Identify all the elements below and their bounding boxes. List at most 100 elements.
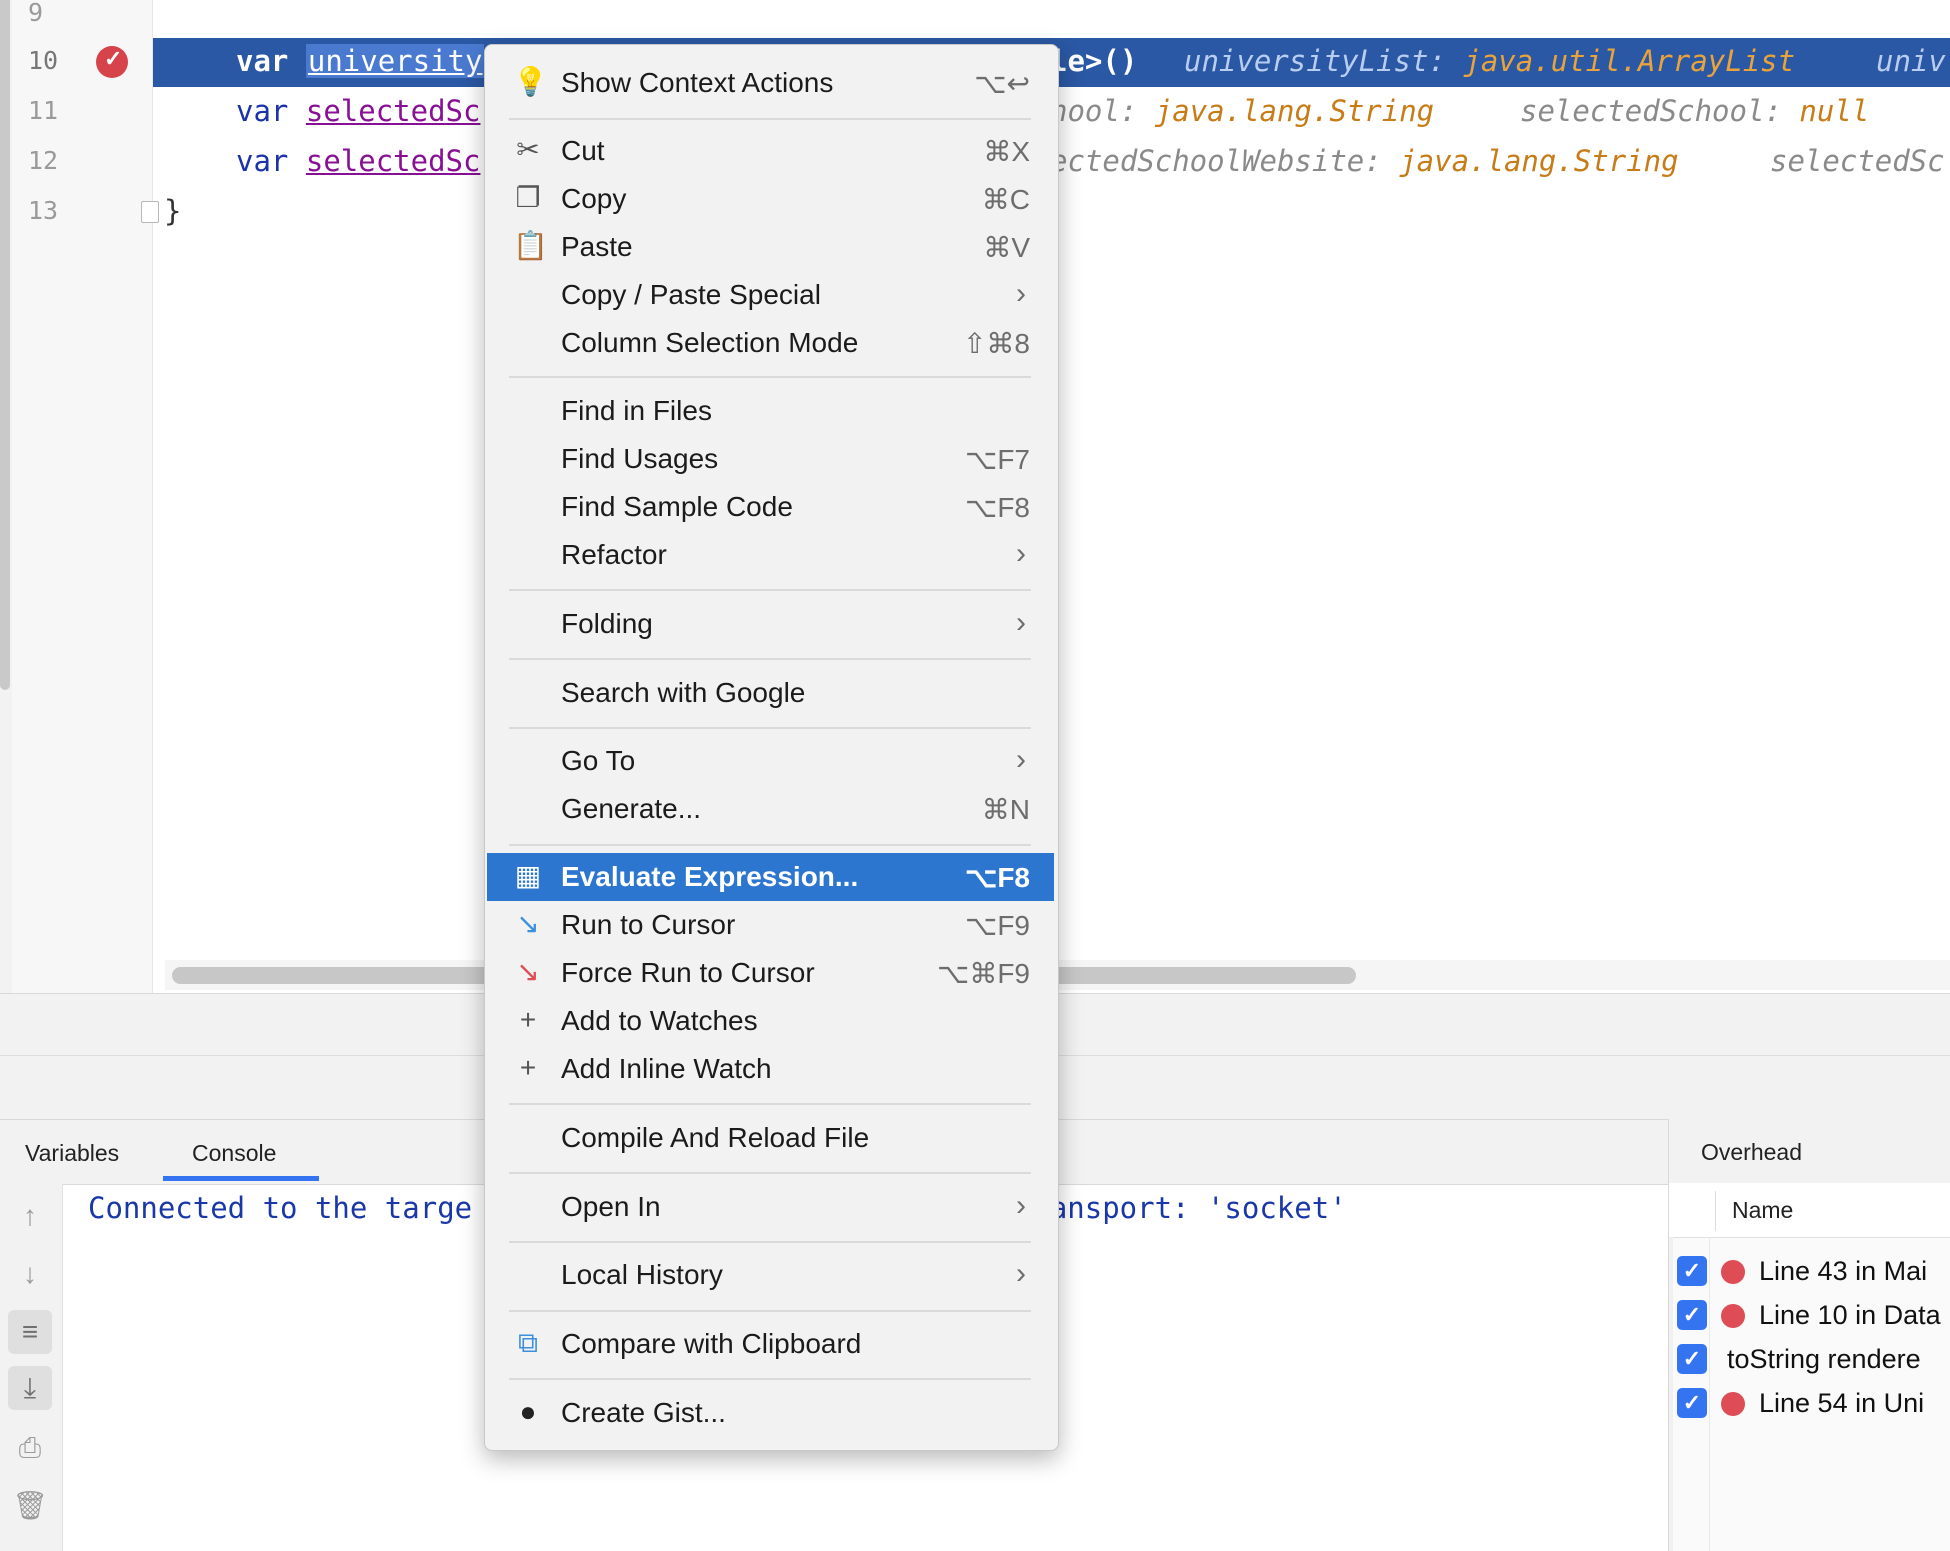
row-label: Line 10 in Data bbox=[1759, 1300, 1941, 1330]
menu-item-copy[interactable]: ❐ Copy ⌘C bbox=[487, 175, 1054, 223]
inline-value-hint: universityList: java.util.ArrayList bbox=[1184, 44, 1796, 78]
menu-separator bbox=[509, 589, 1031, 591]
trash-icon[interactable]: 🗑 bbox=[8, 1484, 52, 1528]
active-tab-indicator bbox=[163, 1176, 319, 1181]
shortcut: ⌘C bbox=[981, 184, 1030, 215]
menu-item-find-in-files[interactable]: Find in Files bbox=[487, 387, 1054, 435]
editor-gutter: 9 10 11 12 13 bbox=[12, 0, 153, 993]
menu-separator bbox=[509, 1103, 1031, 1105]
run-to-cursor-icon: ↘ bbox=[516, 908, 540, 939]
soft-wrap-icon[interactable]: ≡ bbox=[8, 1310, 52, 1354]
selected-identifier[interactable]: university bbox=[305, 44, 485, 78]
compare-clipboard-icon: ⧉ bbox=[518, 1327, 538, 1358]
menu-item-add-inline-watch[interactable]: + Add Inline Watch bbox=[487, 1045, 1054, 1093]
checkbox[interactable]: ✓ bbox=[1677, 1388, 1707, 1418]
menu-item-search-with-google[interactable]: Search with Google bbox=[487, 669, 1054, 717]
shortcut: ⌥F8 bbox=[965, 862, 1030, 893]
chevron-right-icon: › bbox=[1016, 1257, 1026, 1290]
closing-brace: } bbox=[164, 194, 182, 228]
checkbox[interactable]: ✓ bbox=[1677, 1256, 1707, 1286]
row-label: toString rendere bbox=[1727, 1344, 1921, 1374]
line-number: 10 bbox=[28, 46, 59, 75]
line-number: 13 bbox=[28, 196, 59, 225]
add-watch-icon: + bbox=[519, 1004, 537, 1035]
column-header-name[interactable]: Name bbox=[1732, 1197, 1793, 1224]
table-row[interactable]: ✓ Line 54 in Uni bbox=[1669, 1377, 1950, 1431]
menu-item-refactor[interactable]: Refactor › bbox=[487, 531, 1054, 579]
arrow-up-icon[interactable]: ↑ bbox=[8, 1194, 52, 1238]
code-fragment: le>() bbox=[1050, 44, 1138, 78]
menu-item-copy-paste-special[interactable]: Copy / Paste Special › bbox=[487, 271, 1054, 319]
menu-item-compile-and-reload-file[interactable]: Compile And Reload File bbox=[487, 1114, 1054, 1162]
menu-item-generate[interactable]: Generate... ⌘N bbox=[487, 785, 1054, 833]
menu-item-create-gist[interactable]: ● Create Gist... bbox=[487, 1389, 1054, 1437]
menu-separator bbox=[509, 118, 1031, 120]
chevron-right-icon: › bbox=[1016, 277, 1026, 310]
clipboard-icon: 📋 bbox=[513, 230, 548, 261]
scissors-icon: ✂ bbox=[516, 134, 540, 165]
menu-item-show-context-actions[interactable]: 💡 Show Context Actions ⌥↩ bbox=[487, 59, 1054, 107]
shortcut: ⌥F7 bbox=[965, 444, 1030, 475]
breakpoint-icon bbox=[1721, 1304, 1745, 1328]
line-number: 11 bbox=[28, 96, 59, 125]
menu-item-force-run-to-cursor[interactable]: ↘ Force Run to Cursor ⌥⌘F9 bbox=[487, 949, 1054, 997]
inline-value-hint: univ bbox=[1876, 44, 1946, 78]
code-line-12: var selectedSc bbox=[236, 144, 481, 178]
arrow-down-icon[interactable]: ↓ bbox=[8, 1252, 52, 1296]
shortcut: ⇧⌘8 bbox=[962, 328, 1030, 359]
menu-separator bbox=[509, 727, 1031, 729]
checkbox[interactable]: ✓ bbox=[1677, 1300, 1707, 1330]
force-run-to-cursor-icon: ↘ bbox=[516, 956, 540, 987]
checkbox[interactable]: ✓ bbox=[1677, 1344, 1707, 1374]
shortcut: ⌥↩ bbox=[974, 68, 1030, 99]
menu-item-compare-with-clipboard[interactable]: ⧉ Compare with Clipboard bbox=[487, 1320, 1054, 1368]
left-scroll-thumb[interactable] bbox=[0, 0, 10, 690]
fold-icon[interactable] bbox=[141, 201, 159, 223]
code-line-11: var selectedSc bbox=[236, 94, 481, 128]
line-number: 12 bbox=[28, 146, 59, 175]
github-icon: ● bbox=[519, 1396, 537, 1427]
line-number: 9 bbox=[28, 0, 44, 27]
console-output: Connected to the targe bbox=[88, 1191, 473, 1225]
menu-item-local-history[interactable]: Local History › bbox=[487, 1251, 1054, 1299]
menu-item-run-to-cursor[interactable]: ↘ Run to Cursor ⌥F9 bbox=[487, 901, 1054, 949]
menu-item-column-selection-mode[interactable]: Column Selection Mode ⇧⌘8 bbox=[487, 319, 1054, 367]
print-icon[interactable]: ⎙ bbox=[8, 1426, 52, 1470]
scroll-to-end-icon[interactable]: ⤓ bbox=[8, 1366, 52, 1410]
menu-separator bbox=[509, 658, 1031, 660]
menu-item-go-to[interactable]: Go To › bbox=[487, 737, 1054, 785]
shortcut: ⌥F8 bbox=[965, 492, 1030, 523]
menu-item-add-to-watches[interactable]: + Add to Watches bbox=[487, 997, 1054, 1045]
menu-separator bbox=[509, 376, 1031, 378]
table-header: Name bbox=[1669, 1183, 1950, 1238]
breakpoint-icon[interactable] bbox=[96, 46, 128, 78]
menu-item-evaluate-expression[interactable]: ▦ Evaluate Expression... ⌥F8 bbox=[487, 853, 1054, 901]
shortcut: ⌘X bbox=[983, 136, 1030, 167]
overhead-title[interactable]: Overhead bbox=[1701, 1139, 1802, 1166]
menu-item-find-usages[interactable]: Find Usages ⌥F7 bbox=[487, 435, 1054, 483]
copy-icon: ❐ bbox=[515, 182, 541, 213]
menu-item-open-in[interactable]: Open In › bbox=[487, 1183, 1054, 1231]
menu-item-find-sample-code[interactable]: Find Sample Code ⌥F8 bbox=[487, 483, 1054, 531]
chevron-right-icon: › bbox=[1016, 743, 1026, 776]
chevron-right-icon: › bbox=[1016, 1189, 1026, 1222]
shortcut: ⌥⌘F9 bbox=[937, 958, 1030, 989]
shortcut: ⌘N bbox=[981, 794, 1030, 825]
menu-separator bbox=[509, 1310, 1031, 1312]
context-menu: 💡 Show Context Actions ⌥↩ ✂ Cut ⌘X ❐ Cop… bbox=[484, 44, 1059, 1451]
lightbulb-icon: 💡 bbox=[513, 66, 548, 97]
inline-value-hint: ectedSchoolWebsite: java.lang.String bbox=[1050, 144, 1679, 178]
tab-variables[interactable]: Variables bbox=[25, 1140, 119, 1167]
menu-item-paste[interactable]: 📋 Paste ⌘V bbox=[487, 223, 1054, 271]
menu-item-cut[interactable]: ✂ Cut ⌘X bbox=[487, 127, 1054, 175]
inline-value-hint: selectedSchool: null bbox=[1520, 94, 1870, 128]
inline-value-hint: selectedSc bbox=[1770, 144, 1945, 178]
code-line-10: var university bbox=[236, 44, 485, 78]
menu-item-folding[interactable]: Folding › bbox=[487, 600, 1054, 648]
left-scroll-strip bbox=[0, 0, 12, 993]
overhead-panel: Overhead Name ✓ Line 43 in Mai ✓ Line 10… bbox=[1668, 1119, 1950, 1551]
column-divider bbox=[1715, 1191, 1716, 1231]
tab-console[interactable]: Console bbox=[192, 1140, 276, 1167]
console-toolbar: ↑ ↓ ≡ ⤓ ⎙ 🗑 bbox=[0, 1184, 63, 1551]
menu-separator bbox=[509, 1172, 1031, 1174]
